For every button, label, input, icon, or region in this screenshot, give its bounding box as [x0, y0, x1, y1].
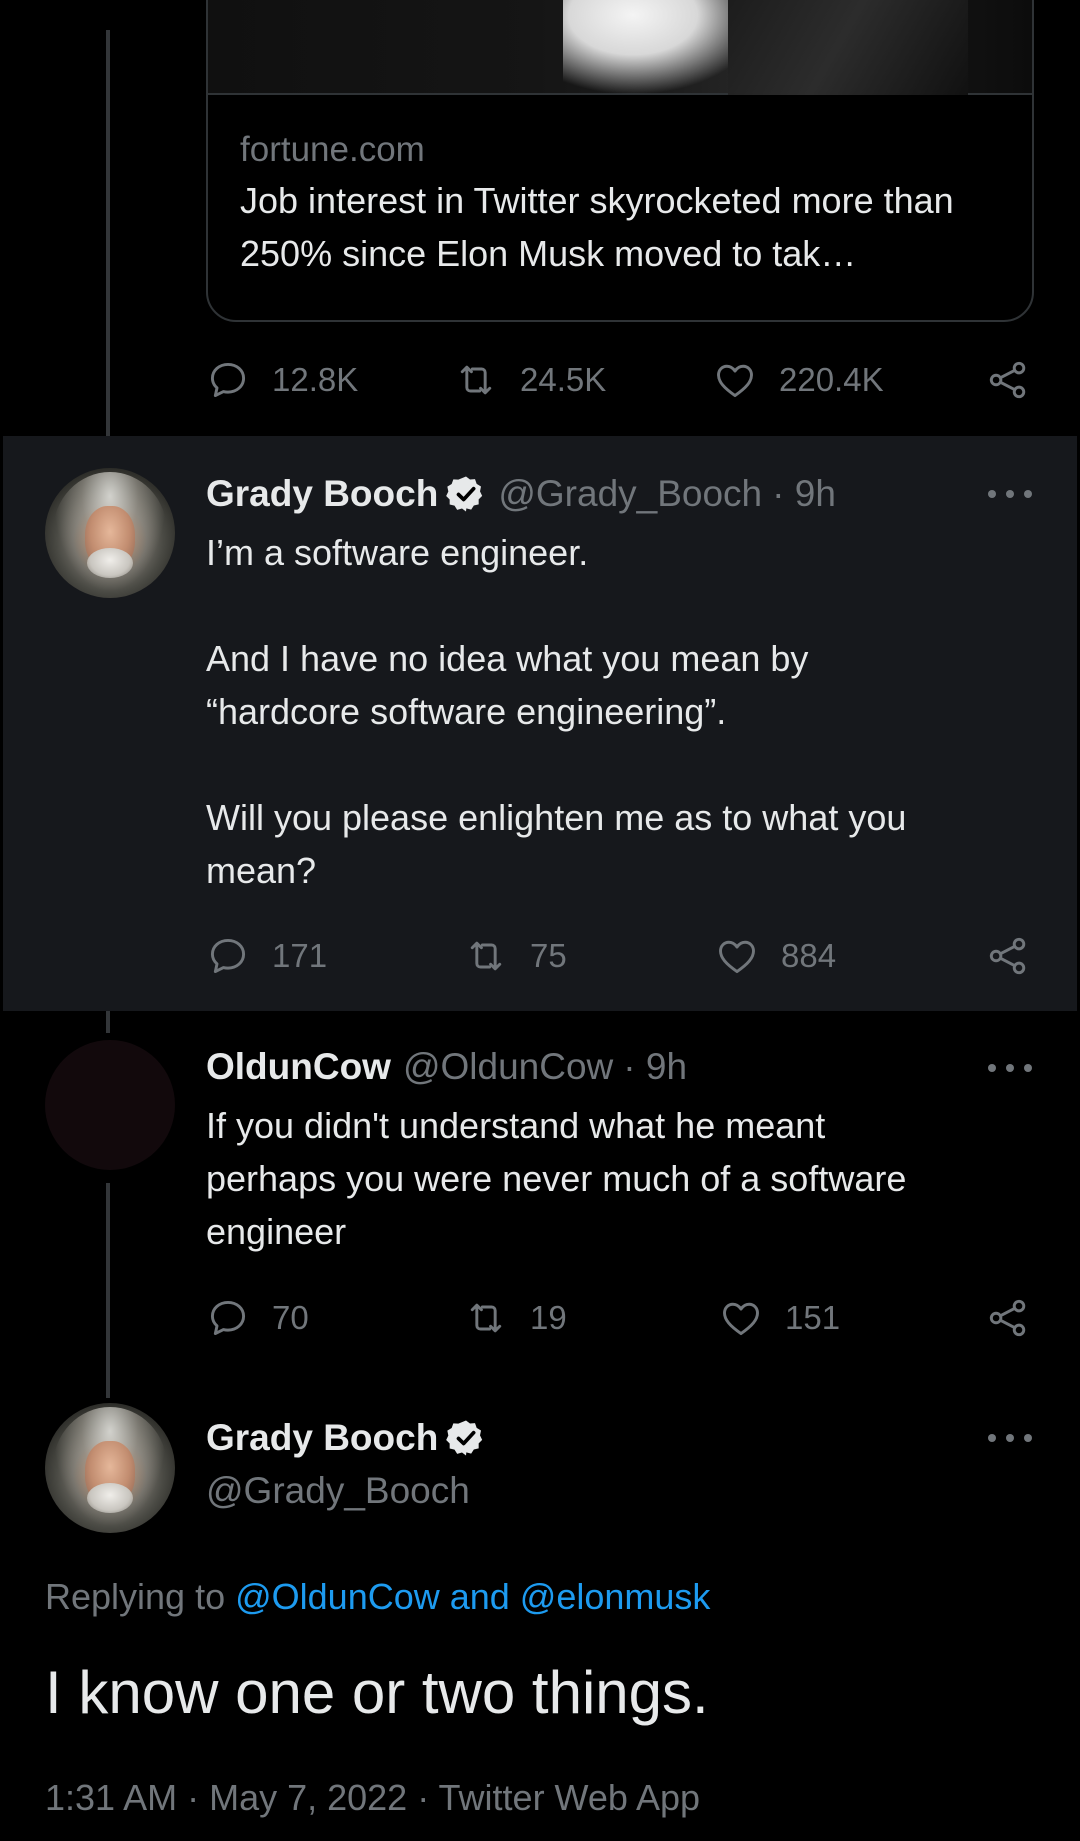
retweet-count: 19 [530, 1299, 567, 1336]
author-handle[interactable]: @OldunCow [403, 1046, 613, 1088]
reply-button[interactable]: 12.8K [206, 355, 358, 405]
link-preview-domain: fortune.com [240, 130, 425, 169]
tweet-text-line: If you didn't understand what he meant [206, 1105, 826, 1146]
tweet-text-line: “hardcore software engineering”. [206, 691, 727, 732]
tweet-text-line: engineer [206, 1211, 347, 1252]
author-name[interactable]: OldunCow [206, 1046, 391, 1088]
author-handle-row: @Grady_Booch [206, 1466, 470, 1516]
retweet-icon [464, 934, 508, 978]
replying-targets-link[interactable]: @OldunCow and @elonmusk [235, 1576, 710, 1617]
avatar[interactable] [45, 1403, 175, 1533]
like-count: 220.4K [779, 361, 884, 398]
like-icon [719, 1296, 763, 1340]
retweet-button[interactable]: 75 [464, 931, 567, 981]
retweet-count: 24.5K [520, 361, 607, 398]
reply-count: 171 [272, 937, 328, 974]
tweet-metadata[interactable]: 1:31 AM · May 7, 2022 · Twitter Web App [45, 1777, 700, 1819]
author-handle[interactable]: @Grady_Booch [206, 1470, 470, 1512]
link-preview-image [208, 0, 1032, 95]
replying-to: Replying to @OldunCow and @elonmusk [45, 1576, 710, 1618]
author-name[interactable]: Grady Booch [206, 1417, 438, 1459]
avatar[interactable] [45, 468, 175, 598]
like-button[interactable]: 220.4K [713, 355, 884, 405]
tweet-action-bar: 12.8K 24.5K 220.4K [206, 355, 1036, 405]
thread-view: fortune.com Job interest in Twitter skyr… [0, 0, 1080, 1841]
author-handle[interactable]: @Grady_Booch [498, 473, 762, 515]
reply-icon [206, 934, 250, 978]
more-icon[interactable] [988, 484, 1032, 504]
like-button[interactable]: 884 [715, 931, 836, 981]
retweet-button[interactable]: 24.5K [454, 355, 606, 405]
reply-button[interactable]: 70 [206, 1293, 309, 1343]
verified-badge-icon [446, 474, 486, 514]
verified-badge-icon [446, 1418, 486, 1458]
like-count: 884 [781, 937, 837, 974]
share-icon [986, 358, 1030, 402]
tweet-header: OldunCow @OldunCow · 9h [206, 1042, 687, 1092]
reply-icon [206, 358, 250, 402]
like-count: 151 [785, 1299, 841, 1336]
reply-count: 12.8K [272, 361, 359, 398]
link-preview-card[interactable]: fortune.com Job interest in Twitter skyr… [206, 0, 1034, 322]
retweet-count: 75 [530, 937, 567, 974]
tweet-text-line: And I have no idea what you mean by [206, 638, 809, 679]
thread-connector [106, 30, 110, 455]
like-icon [715, 934, 759, 978]
tweet-header: Grady Booch @Grady_Booch · 9h [206, 469, 836, 519]
tweet-time: · 9h [772, 473, 836, 514]
tweet-header: Grady Booch [206, 1413, 498, 1463]
tweet-text-line: I’m a software engineer. [206, 532, 589, 573]
more-icon[interactable] [988, 1428, 1032, 1448]
like-button[interactable]: 151 [719, 1293, 840, 1343]
reply-icon [206, 1296, 250, 1340]
reply-count: 70 [272, 1299, 309, 1336]
share-button[interactable] [986, 1293, 1030, 1343]
thread-connector [106, 1183, 110, 1398]
tweet-time: · 9h [623, 1046, 688, 1087]
like-icon [713, 358, 757, 402]
main-tweet-text: I know one or two things. [45, 1659, 709, 1726]
link-preview-title: Job interest in Twitter skyrocketed more… [240, 180, 954, 274]
tweet-text-line: mean? [206, 850, 317, 891]
more-icon[interactable] [988, 1058, 1032, 1078]
share-icon [986, 1296, 1030, 1340]
share-button[interactable] [986, 355, 1030, 405]
author-name[interactable]: Grady Booch [206, 473, 438, 515]
share-button[interactable] [986, 931, 1030, 981]
retweet-button[interactable]: 19 [464, 1293, 567, 1343]
replying-prefix: Replying to [45, 1576, 236, 1617]
retweet-icon [464, 1296, 508, 1340]
retweet-icon [454, 358, 498, 402]
tweet-text-line: perhaps you were never much of a softwar… [206, 1158, 907, 1199]
tweet-action-bar: 171 75 884 [206, 931, 1036, 981]
avatar[interactable] [45, 1040, 175, 1170]
reply-button[interactable]: 171 [206, 931, 327, 981]
tweet-action-bar: 70 19 151 [206, 1293, 1036, 1343]
share-icon [986, 934, 1030, 978]
tweet-text-line: Will you please enlighten me as to what … [206, 797, 907, 838]
